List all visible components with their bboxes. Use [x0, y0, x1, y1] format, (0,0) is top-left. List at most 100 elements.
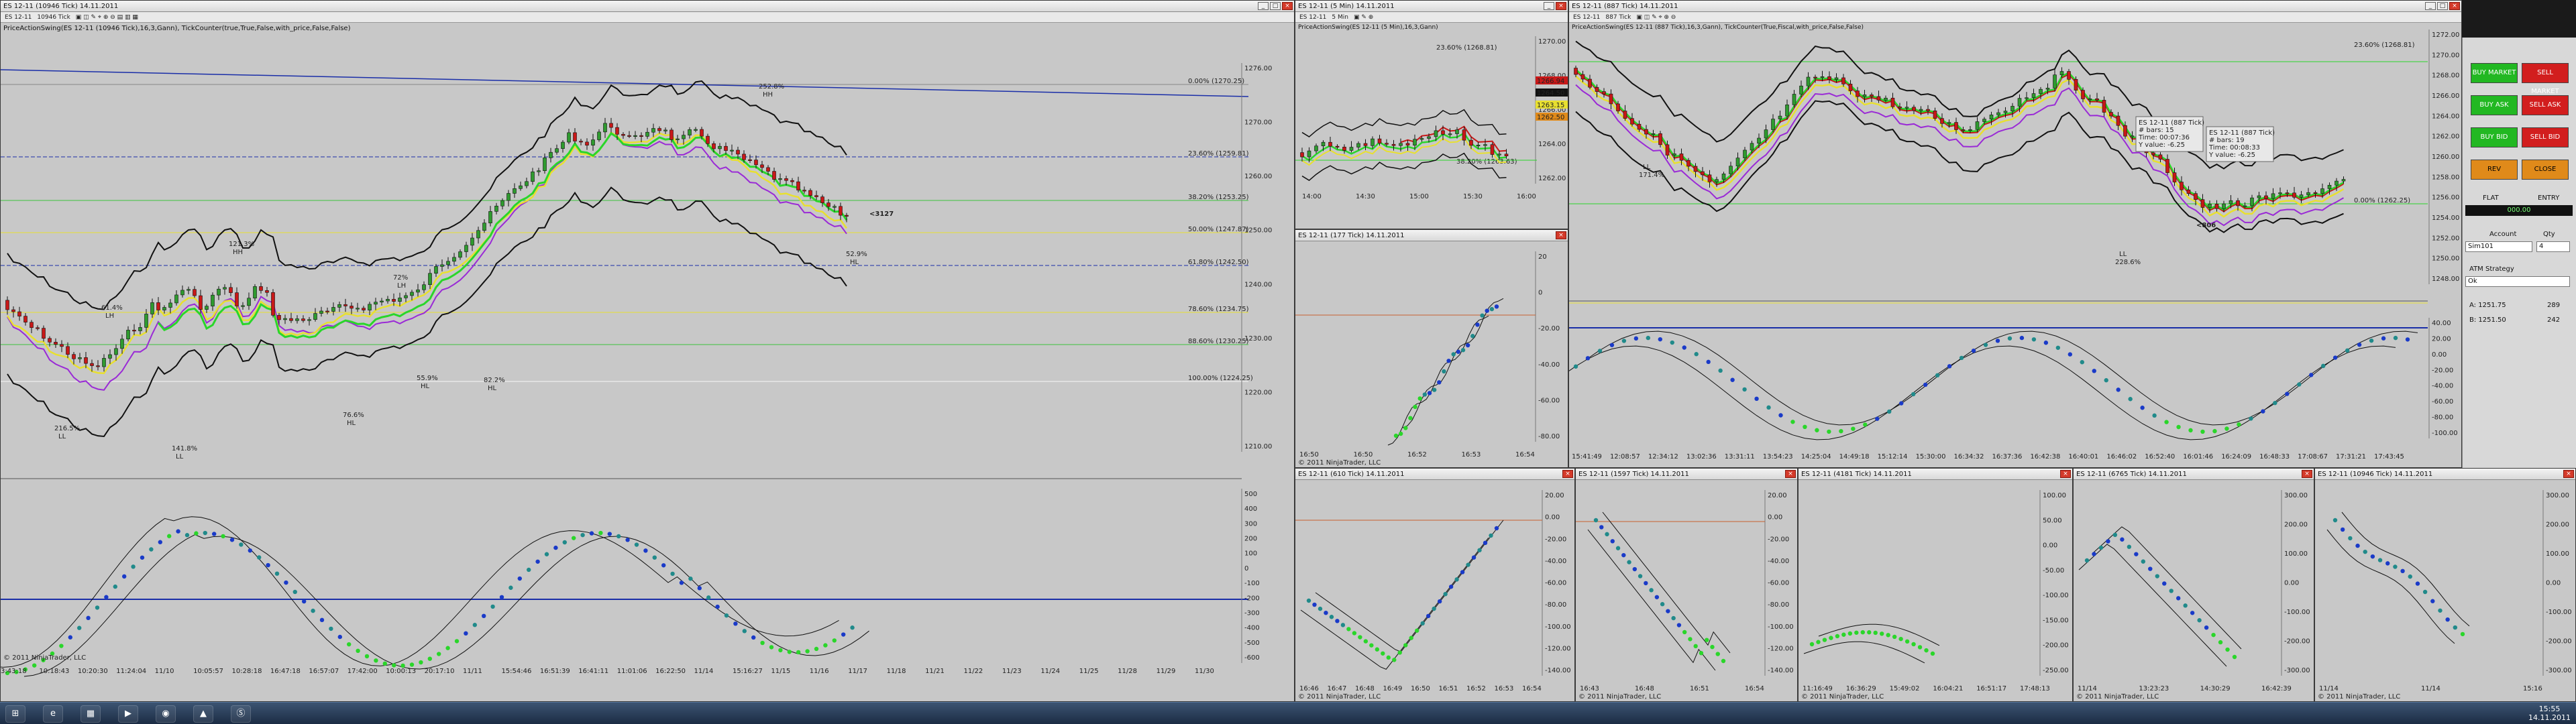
minimize-icon[interactable]: _: [1258, 2, 1269, 10]
maximize-icon[interactable]: □: [2437, 2, 2448, 10]
price-marker-label: 1263.15: [1537, 102, 1564, 109]
upper-band: [1301, 109, 1507, 137]
account-select[interactable]: Sim101: [2465, 241, 2532, 252]
close-icon[interactable]: ×: [2302, 470, 2312, 478]
osc-signal-line: [1, 516, 839, 668]
minimize-icon[interactable]: _: [1544, 2, 1554, 10]
interval-select[interactable]: 10946 Tick: [37, 12, 70, 23]
skype-icon[interactable]: Ⓢ: [231, 705, 251, 723]
chart-887-titlebar[interactable]: ES 12-11 (887 Tick) 14.11.2011 _ □ ×: [1569, 1, 2461, 12]
chart-1597-window[interactable]: ES 12-11 (1597 Tick) 14.11.2011 × 20.00 0.…: [1575, 468, 1798, 702]
copyright-label: © 2011 NinjaTrader, LLC: [2076, 693, 2159, 701]
interval-select[interactable]: 5 Min: [1332, 12, 1348, 23]
sell-bid-button[interactable]: SELL BID: [2522, 127, 2569, 147]
main-time-label: 16:57:07: [309, 668, 339, 675]
rev-button[interactable]: REV: [2471, 160, 2518, 180]
chart-610-window[interactable]: ES 12-11 (610 Tick) 14.11.2011 × 20.00 0.0…: [1295, 468, 1575, 702]
chart-1597-titlebar[interactable]: ES 12-11 (1597 Tick) 14.11.2011 ×: [1576, 469, 1797, 480]
chart-6765-titlebar[interactable]: ES 12-11 (6765 Tick) 14.11.2011 ×: [2074, 469, 2314, 480]
main-candle: [84, 357, 88, 364]
osc-dot: [1688, 637, 1693, 642]
chrome-icon[interactable]: ◉: [156, 705, 176, 723]
main-time-label: 11/25: [1079, 668, 1099, 675]
measure-info-text: # bars: 15: [2139, 127, 2174, 134]
main-price-chart[interactable]: 0.00% (1270.25) 23.60% (1259.81) 38.20% (1…: [1, 23, 1295, 702]
osc-dot: [1480, 313, 1485, 318]
osc-dot: [2438, 608, 2443, 613]
chart-887-window[interactable]: ES 12-11 (887 Tick) 14.11.2011 _ □ × ES 12-…: [1568, 0, 2462, 468]
browser-icon[interactable]: e: [43, 705, 63, 723]
chart-4181-window[interactable]: ES 12-11 (4181 Tick) 14.11.2011 × 100.00 5…: [1798, 468, 2073, 702]
qty-stepper[interactable]: 4: [2536, 241, 2570, 252]
c887-candle: [1968, 129, 1972, 131]
sell-market-button[interactable]: SELL MARKET: [2522, 63, 2569, 95]
chart-610-plot[interactable]: 20.00 0.00 -20.00 -40.00 -60.00 -80.00 -100.00…: [1295, 480, 1575, 702]
chart-10946b-titlebar[interactable]: ES 12-11 (10946 Tick) 14.11.2011 ×: [2315, 469, 2575, 480]
toolbar-icons[interactable]: ▣ ◫ ✎ ⌖ ⊕ ⊖ ▤ ▥ ▦: [76, 12, 138, 23]
chart-5min-plot[interactable]: 1270.001268.001266.001264.001262.0023.60…: [1295, 23, 1568, 229]
instrument-select[interactable]: ES 12-11: [1299, 12, 1326, 23]
osc-dot: [445, 646, 450, 650]
close-icon[interactable]: ×: [2060, 470, 2071, 478]
minimize-icon[interactable]: _: [2425, 2, 2436, 10]
folder-icon[interactable]: ▦: [80, 705, 101, 723]
app-icon[interactable]: ▲: [193, 705, 213, 723]
main-candle: [102, 358, 106, 367]
chart-10946b-plot[interactable]: 300.00 200.00 100.00 0.00 -100.00 -200.00 -300…: [2315, 480, 2576, 702]
chart-610-titlebar[interactable]: ES 12-11 (610 Tick) 14.11.2011 ×: [1295, 469, 1574, 480]
c887-candle: [1644, 129, 1648, 135]
osc-dot: [2224, 426, 2229, 431]
main-time-label: 16:47:18: [270, 668, 301, 675]
start-icon[interactable]: ⊞: [5, 705, 25, 723]
osc-dot: [2152, 413, 2157, 418]
main-chart-toolbar[interactable]: ES 12-11 10946 Tick ▣ ◫ ✎ ⌖ ⊕ ⊖ ▤ ▥ ▦: [1, 12, 1294, 23]
chart-5min-window[interactable]: ES 12-11 (5 Min) 14.11.2011 _ × ES 12-11 5 …: [1295, 0, 1568, 229]
chart-887-toolbar[interactable]: ES 12-11 887 Tick ▣ ◫ ✎ ⌖ ⊕ ⊖: [1569, 12, 2461, 23]
main-time-label: 11/11: [463, 668, 482, 675]
close-icon[interactable]: ×: [2563, 470, 2574, 478]
close-icon[interactable]: ×: [1282, 2, 1293, 10]
measure-info-text: Y value: -6.25: [2208, 152, 2255, 159]
main-candle: [217, 288, 221, 296]
osc-dot: [1494, 526, 1499, 531]
c887-tick-label: 1254.00: [2432, 215, 2459, 222]
toolbar-icons[interactable]: ▣ ◫ ✎ ⌖ ⊕ ⊖: [1636, 12, 1676, 23]
atm-select[interactable]: Ok: [2465, 276, 2570, 287]
main-chart-window[interactable]: ES 12-11 (10946 Tick) 14.11.2011 _ □ × ES …: [0, 0, 1295, 702]
close-icon[interactable]: ×: [1556, 231, 1566, 239]
chart-4181-plot[interactable]: 100.00 50.00 0.00 -50.00 -100.00 -150.00 -200.…: [1799, 480, 2073, 702]
buy-ask-button[interactable]: BUY ASK: [2471, 95, 2518, 115]
chart-887-plot[interactable]: 1272.00 1270.00 1268.00 1266.00 1264.00 1262.…: [1569, 23, 2462, 468]
osc-dot: [625, 538, 630, 542]
close-icon[interactable]: ×: [1556, 2, 1566, 10]
system-clock[interactable]: 15:55 14.11.2011: [2528, 705, 2571, 722]
chart-177-titlebar[interactable]: ES 12-11 (177 Tick) 14.11.2011 ×: [1295, 230, 1568, 241]
chart-177-window[interactable]: ES 12-11 (177 Tick) 14.11.2011 × 20 0 -20.0…: [1295, 229, 1568, 468]
main-time-label: 11:24:04: [116, 668, 146, 675]
svg-177-tick-label: 20: [1538, 253, 1547, 261]
buy-bid-button[interactable]: BUY BID: [2471, 127, 2518, 147]
chart-1597-plot[interactable]: 20.00 0.00 -20.00 -40.00 -60.00 -80.00 -100.00…: [1576, 480, 1798, 702]
main-chart-titlebar[interactable]: ES 12-11 (10946 Tick) 14.11.2011 _ □ ×: [1, 1, 1294, 12]
chart-5min-toolbar[interactable]: ES 12-11 5 Min ▣ ✎ ⊕: [1295, 12, 1568, 23]
media-icon[interactable]: ▶: [118, 705, 138, 723]
sell-ask-button[interactable]: SELL ASK: [2522, 95, 2569, 115]
interval-select[interactable]: 887 Tick: [1605, 12, 1631, 23]
chart-6765-window[interactable]: ES 12-11 (6765 Tick) 14.11.2011 × 300.00 2…: [2073, 468, 2314, 702]
close-icon[interactable]: ×: [1785, 470, 1796, 478]
instrument-select[interactable]: ES 12-11: [1573, 12, 1600, 23]
chart-177-plot[interactable]: 20 0 -20.00 -40.00 -60.00 -80.00 16:50 16:50 16:…: [1295, 241, 1568, 468]
chart-5min-titlebar[interactable]: ES 12-11 (5 Min) 14.11.2011 _ ×: [1295, 1, 1568, 12]
toolbar-icons[interactable]: ▣ ✎ ⊕: [1354, 12, 1373, 23]
main-candle: [440, 264, 444, 267]
chart-4181-titlebar[interactable]: ES 12-11 (4181 Tick) 14.11.2011 ×: [1799, 469, 2072, 480]
svg-4181-time-label: 16:36:29: [1846, 685, 1876, 692]
instrument-select[interactable]: ES 12-11: [5, 12, 32, 23]
chart-10946b-window[interactable]: ES 12-11 (10946 Tick) 14.11.2011 × 300.00…: [2314, 468, 2576, 702]
close-icon[interactable]: ×: [2449, 2, 2460, 10]
close-button[interactable]: CLOSE: [2522, 160, 2569, 180]
maximize-icon[interactable]: □: [1270, 2, 1281, 10]
buy-market-button[interactable]: BUY MARKET: [2471, 63, 2518, 83]
chart-6765-plot[interactable]: 300.00 200.00 100.00 0.00 -100.00 -200.00 -300…: [2074, 480, 2314, 702]
close-icon[interactable]: ×: [1562, 470, 1573, 478]
